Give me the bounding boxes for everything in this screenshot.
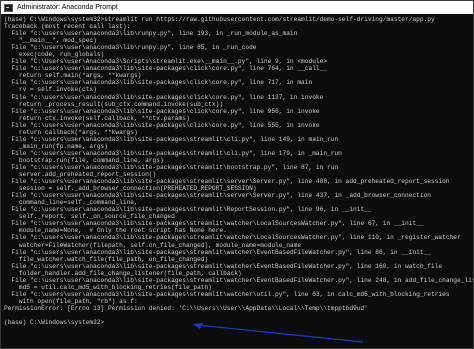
anaconda-prompt-window: Administrator: Anaconda Prompt (base) C:… — [0, 0, 474, 349]
console-line: File "c:\users\user\anaconda3\lib\site-p… — [4, 107, 320, 115]
console-line: rv = self.invoke(ctx) — [4, 86, 97, 94]
console-line: watcher=FileWatcher(filepath, self.on_fi… — [4, 241, 302, 249]
console-line: File "c:\users\user\anaconda3\lib\site-p… — [4, 262, 443, 270]
console-line: Traceback (most recent call last): — [4, 23, 131, 31]
console-line: File "c:\users\user\anaconda3\lib\site-p… — [4, 93, 324, 101]
console-line: File "c:\users\user\anaconda3\lib\site-p… — [4, 192, 432, 200]
console-line: File "c:\users\user\anaconda3\lib\site-p… — [4, 220, 424, 228]
console-line: command_line=self._command_line, — [4, 199, 138, 207]
console-line: server.add_preheated_report_session() — [4, 171, 157, 179]
console-line: _main_run(fp.name, args) — [4, 142, 108, 150]
console-line: "__main__", mod_spec) — [4, 37, 97, 45]
console-line: File "c:\users\user\anaconda3\lib\site-p… — [4, 206, 372, 214]
console-line: self._report, self._on_source_file_chang… — [4, 213, 175, 221]
console-line: File "c:\users\user\anaconda3\lib\site-p… — [4, 163, 339, 171]
console-line: File "c:\users\user\anaconda3\lib\site-p… — [4, 234, 461, 242]
console-line: File "c:\users\user\anaconda3\lib\runpy.… — [4, 30, 298, 38]
console-line: return callback(*args, **kwargs) — [4, 128, 138, 136]
console-line: md5 = util.calc_md5_with_blocking_retrie… — [4, 283, 212, 291]
console-line: bootstrap.run(file, command_line, args) — [4, 156, 164, 164]
console-line: File "c:\users\user\anaconda3\lib\site-p… — [4, 121, 320, 129]
console-line: folder_handler.add_file_change_listener(… — [4, 269, 242, 277]
console-line: return _process_result(sub_ctx.command.i… — [4, 100, 224, 108]
console-line: File "c:\users\user\anaconda3\lib\runpy.… — [4, 44, 257, 52]
console-line: File "c:\users\user\anaconda3\lib\site-p… — [4, 276, 473, 284]
console-line: File "c:\users\user\anaconda3\lib\site-p… — [4, 178, 450, 186]
console-line: session = self._add_browser_connection(P… — [4, 185, 257, 193]
console-prompt-icon — [4, 3, 13, 12]
console-line: PermissionError: [Errno 13] Permission d… — [4, 304, 368, 312]
console-line: with open(file_path, "rb") as f: — [4, 297, 138, 305]
console-line: exec(code, run_globals) — [4, 51, 105, 59]
console-line: File "c:\users\user\anaconda3\lib\site-p… — [4, 135, 339, 143]
console-line: File "C:\Users\user\Anaconda3\Scripts\st… — [4, 58, 328, 66]
error-message-line — [4, 312, 473, 319]
console-line: File "c:\users\user\anaconda3\lib\site-p… — [4, 290, 450, 298]
window-title: Administrator: Anaconda Prompt — [17, 4, 118, 11]
console-line: module_name=None, # Only the root script… — [4, 227, 227, 235]
title-bar[interactable]: Administrator: Anaconda Prompt — [1, 1, 473, 14]
console-line: (base) C:\Windows\system32>streamlit run… — [4, 16, 435, 23]
console-output[interactable]: (base) C:\Windows\system32>streamlit run… — [1, 14, 473, 348]
console-line: File "c:\users\user\anaconda3\lib\site-p… — [4, 149, 342, 157]
console-line: File "c:\users\user\anaconda3\lib\site-p… — [4, 65, 328, 73]
console-line: File "c:\users\user\anaconda3\lib\site-p… — [4, 248, 432, 256]
console-line: File "c:\users\user\anaconda3\lib\site-p… — [4, 79, 313, 87]
console-line: file_watcher.watch_file(file_path, on_fi… — [4, 255, 209, 263]
console-line: return self.main(*args, **kwargs) — [4, 72, 142, 80]
console-line: return ctx.invoke(self.callback, **ctx.p… — [4, 114, 190, 122]
console-line: (base) C:\Windows\system32> — [4, 319, 105, 327]
